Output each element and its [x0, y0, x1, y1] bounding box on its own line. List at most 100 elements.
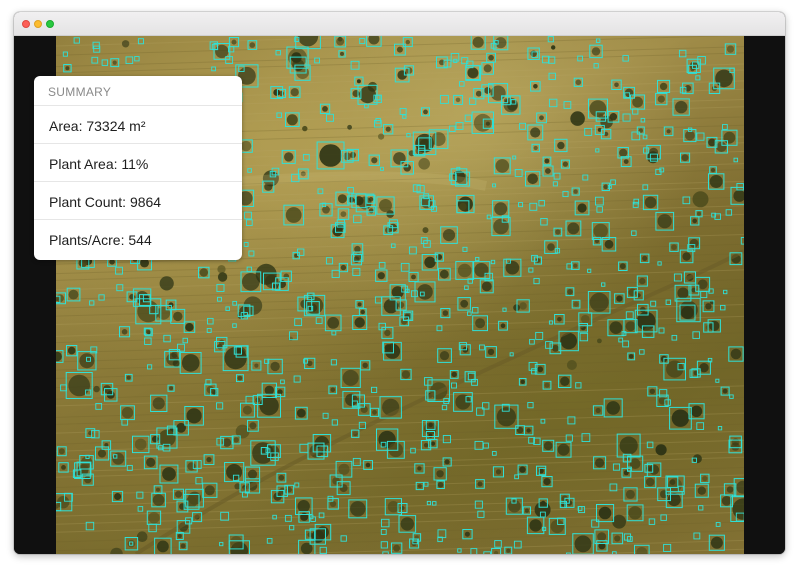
shrub: [286, 114, 298, 126]
detection-box: [693, 532, 701, 540]
detection-box: [62, 51, 68, 57]
shrub: [354, 317, 365, 328]
shrub: [496, 407, 516, 427]
detection-box: [665, 299, 672, 305]
shrub: [121, 329, 128, 335]
shrub: [648, 464, 660, 475]
shrub: [437, 482, 444, 488]
shrub: [431, 132, 446, 147]
detection-box: [293, 375, 301, 383]
detection-box: [410, 447, 416, 454]
detection-box: [464, 114, 472, 122]
detection-box: [289, 525, 295, 531]
shrub: [628, 506, 642, 520]
shrub: [297, 36, 319, 47]
detection-box: [696, 422, 705, 430]
shrub: [682, 252, 691, 261]
shrub: [442, 310, 449, 316]
shrub: [508, 499, 521, 513]
detection-box: [137, 506, 144, 512]
shrub: [655, 444, 667, 456]
detection-box: [101, 59, 109, 66]
detection-box: [631, 230, 637, 236]
minimize-window-button[interactable]: [34, 20, 42, 28]
shrub: [206, 457, 212, 463]
detection-box: [528, 267, 534, 273]
shrub: [702, 475, 708, 482]
shrub: [562, 161, 568, 167]
title-bar: [14, 12, 785, 36]
detection-box: [582, 174, 589, 181]
shrub: [327, 317, 340, 329]
shrub: [233, 437, 239, 443]
shrub: [697, 486, 706, 495]
detection-box: [91, 56, 99, 64]
shrub: [699, 363, 709, 373]
detection-box: [177, 343, 185, 352]
shrub: [322, 106, 328, 112]
shrub: [467, 67, 479, 79]
shrub: [417, 466, 422, 471]
shrub: [347, 124, 352, 130]
shrub: [495, 159, 510, 173]
shrub: [593, 223, 608, 239]
shrub: [604, 239, 614, 249]
shrub: [639, 306, 646, 313]
shrub: [567, 289, 573, 295]
detection-box: [695, 75, 701, 81]
shrub: [166, 353, 179, 366]
detection-box: [474, 500, 483, 509]
shrub: [614, 535, 621, 542]
detection-box: [426, 500, 432, 506]
shrub: [519, 302, 527, 310]
detection-box: [494, 540, 502, 548]
shrub: [457, 263, 472, 278]
shrub: [360, 309, 365, 315]
summary-header: SUMMARY: [34, 76, 242, 106]
shrub: [231, 39, 237, 45]
detection-box: [740, 237, 744, 245]
detection-box: [717, 426, 723, 431]
shrub: [474, 263, 489, 277]
shrub: [537, 366, 544, 373]
shrub: [319, 144, 342, 167]
detection-box: [577, 55, 583, 62]
shrub: [218, 339, 225, 346]
shrub: [460, 299, 469, 308]
detection-box: [475, 256, 480, 262]
shrub: [677, 287, 689, 299]
shrub: [484, 87, 491, 94]
close-window-button[interactable]: [22, 20, 30, 28]
shrub: [539, 115, 544, 121]
shrub: [430, 441, 436, 446]
detection-box: [73, 37, 80, 44]
shrub: [645, 477, 655, 487]
shrub: [372, 409, 377, 415]
detection-box: [228, 46, 235, 53]
shrub: [671, 409, 690, 427]
shrub: [544, 382, 550, 388]
shrub: [692, 454, 702, 464]
maximize-window-button[interactable]: [46, 20, 54, 28]
shrub: [146, 457, 156, 467]
detection-box: [315, 317, 323, 325]
shrub: [396, 46, 403, 53]
shrub: [136, 531, 148, 542]
shrub: [736, 480, 744, 494]
detection-box: [723, 289, 728, 295]
shrub: [589, 100, 607, 117]
detection-box: [581, 433, 591, 442]
shrub: [152, 494, 165, 506]
shrub: [697, 211, 701, 216]
shrub: [249, 422, 257, 430]
shrub: [270, 361, 280, 372]
shrub: [644, 196, 657, 209]
shrub: [237, 375, 243, 381]
shrub: [356, 79, 361, 84]
shrub: [639, 277, 646, 285]
shrub: [485, 121, 490, 126]
shrub: [199, 268, 208, 277]
detection-box: [626, 536, 633, 542]
detection-box: [449, 125, 456, 132]
detection-box: [225, 56, 234, 64]
